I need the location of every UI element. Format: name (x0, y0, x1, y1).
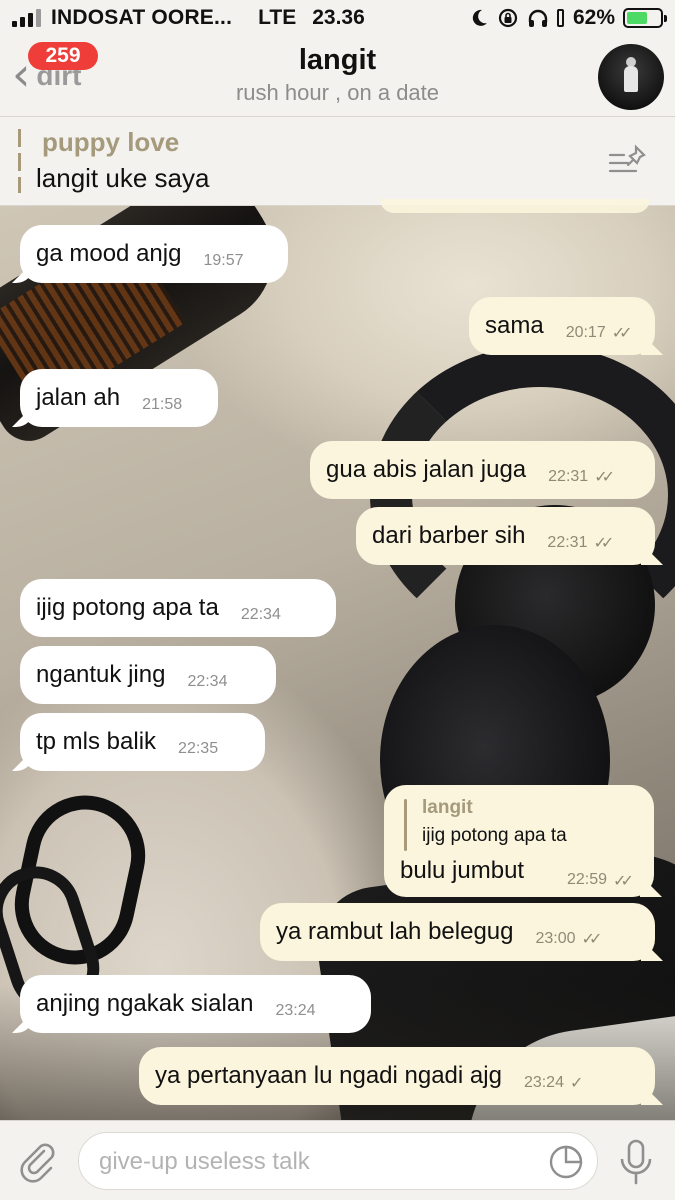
message-text: bulu jumbut (400, 857, 525, 884)
pin-list-icon[interactable] (606, 143, 650, 179)
message-text: ga mood anjg (36, 240, 182, 267)
reply-quote-text: ijig potong apa ta (422, 825, 567, 846)
message-text: ya pertanyaan lu ngadi ngadi ajg (155, 1062, 502, 1089)
message-text: gua abis jalan juga (326, 456, 527, 483)
message-bubble[interactable]: ya rambut lah belegug 23:00 ✓✓ (260, 903, 655, 961)
signal-icon (12, 9, 41, 27)
message-bubble[interactable]: ya pertanyaan lu ngadi ngadi ajg 23:24 ✓ (139, 1047, 655, 1105)
chat-title[interactable]: langit (0, 44, 675, 77)
moon-icon (472, 9, 487, 26)
message-bubble[interactable]: ijig potong apa ta 22:34 (20, 579, 336, 637)
message-input-bar (0, 1120, 675, 1200)
sticker-icon[interactable] (547, 1143, 585, 1181)
message-bubble[interactable]: tp mls balik 22:35 (20, 713, 265, 771)
read-check-icon: ✓✓ (594, 469, 615, 486)
message-bubble[interactable]: dari barber sih 22:31 ✓✓ (356, 507, 655, 565)
read-check-icon: ✓✓ (613, 873, 634, 890)
message-time: 23:24 (275, 1002, 316, 1019)
message-time: 22:31 (547, 534, 588, 551)
status-bar: INDOSAT OORE... LTE 23.36 62% (0, 0, 675, 36)
message-bubble[interactable]: ngantuk jing 22:34 (20, 646, 276, 704)
read-check-icon: ✓✓ (581, 931, 603, 948)
clock: 23.36 (312, 6, 365, 29)
message-text: ya rambut lah belegug (276, 918, 514, 945)
message-bubble[interactable]: jalan ah 21:58 (20, 369, 218, 427)
message-bubble[interactable]: anjing ngakak sialan 23:24 (20, 975, 371, 1033)
microphone-icon[interactable] (614, 1137, 658, 1187)
message-text: ijig potong apa ta (36, 594, 219, 621)
reply-quote-author: langit (422, 797, 473, 818)
message-text: anjing ngakak sialan (36, 990, 254, 1017)
message-time: 23:00 (535, 930, 576, 947)
battery-icon (623, 8, 667, 28)
pinned-text: langit uke saya (36, 163, 210, 193)
paperclip-icon[interactable] (16, 1139, 60, 1183)
message-time: 22:31 (548, 468, 589, 485)
sent-check-icon: ✓ (569, 1075, 584, 1092)
read-check-icon: ✓✓ (593, 535, 614, 552)
message-time: 20:17 (565, 324, 606, 341)
reply-message-bubble[interactable]: langit ijig potong apa ta bulu jumbut 22… (384, 785, 654, 897)
headphones-icon (528, 9, 548, 27)
message-time: 22:35 (178, 740, 219, 757)
message-time: 22:59 (567, 871, 608, 888)
message-text: jalan ah (36, 384, 121, 411)
vibrate-icon (556, 9, 564, 27)
chat-header: ‹ dirt 259 langit rush hour , on a date (0, 36, 675, 116)
message-bubble[interactable]: gua abis jalan juga 22:31 ✓✓ (310, 441, 655, 499)
message-text: ngantuk jing (36, 661, 166, 688)
battery-percent: 62% (572, 6, 615, 29)
lock-rotation-icon (498, 8, 518, 28)
pinned-title: puppy love (42, 127, 180, 157)
message-field[interactable] (78, 1132, 598, 1190)
message-bubble[interactable]: sama 20:17 ✓✓ (469, 297, 655, 355)
message-time: 21:58 (142, 396, 183, 413)
chat-subtitle: rush hour , on a date (235, 80, 440, 105)
network-type: LTE (258, 6, 297, 29)
message-input[interactable] (99, 1145, 539, 1179)
message-bubble[interactable]: ga mood anjg 19:57 (20, 225, 288, 283)
message-time: 19:57 (203, 252, 244, 269)
carrier-name: INDOSAT OORE... (51, 6, 233, 29)
message-time: 23:24 (523, 1074, 564, 1091)
message-time: 22:34 (240, 606, 281, 623)
message-text: dari barber sih (372, 522, 526, 549)
message-text: sama (485, 312, 544, 339)
read-check-icon: ✓✓ (611, 325, 633, 342)
message-time: 22:34 (187, 673, 228, 690)
message-text: tp mls balik (36, 728, 157, 755)
message-list[interactable]: ga mood anjg 19:57 sama 20:17 ✓✓ jalan ah… (0, 199, 675, 1120)
avatar[interactable] (598, 44, 664, 110)
pinned-message-bar[interactable]: puppy love langit uke saya (0, 116, 675, 206)
